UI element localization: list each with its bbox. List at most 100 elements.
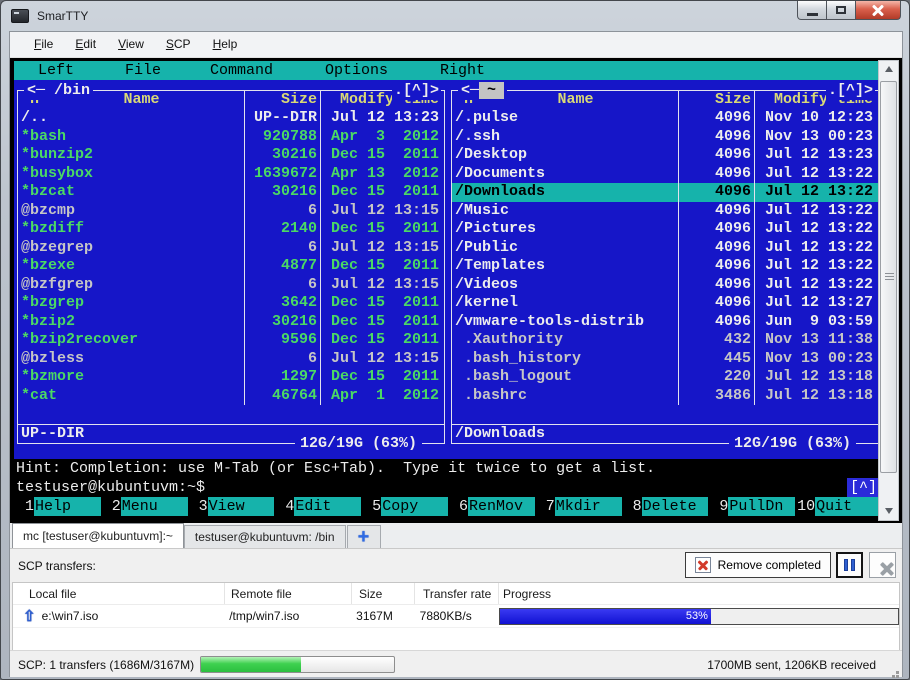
- file-name: *bzexe: [18, 257, 244, 276]
- close-icon: [872, 4, 884, 16]
- file-row[interactable]: @bzcmp6Jul 12 13:15: [18, 202, 444, 221]
- mc-menu-left[interactable]: Left: [38, 61, 74, 80]
- file-row[interactable]: *busybox1639672Apr 13 2012: [18, 165, 444, 184]
- terminal-scrollbar[interactable]: [878, 60, 899, 521]
- menu-help[interactable]: Help: [204, 34, 247, 54]
- file-row[interactable]: /.ssh4096Nov 13 00:23: [452, 128, 878, 147]
- file-row[interactable]: /..UP--DIRJul 12 13:23: [18, 109, 444, 128]
- mc-menu-right[interactable]: Right: [440, 61, 485, 80]
- fkey-view[interactable]: 3View: [188, 497, 275, 516]
- fkey-renmov[interactable]: 6RenMov: [448, 497, 535, 516]
- new-tab-button[interactable]: +: [347, 525, 381, 548]
- file-row[interactable]: /Pictures4096Jul 12 13:22: [452, 220, 878, 239]
- file-size: 3642: [244, 294, 320, 313]
- file-row[interactable]: *bzip2recover9596Dec 15 2011: [18, 331, 444, 350]
- column-size[interactable]: Size: [678, 91, 754, 110]
- file-row[interactable]: *bunzip230216Dec 15 2011: [18, 146, 444, 165]
- file-mtime: Jul 12 13:22: [754, 183, 878, 202]
- fkey-help[interactable]: 1Help: [14, 497, 101, 516]
- header-local-file[interactable]: Local file: [13, 583, 225, 604]
- file-name: /.pulse: [452, 109, 678, 128]
- remove-completed-button[interactable]: Remove completed: [685, 552, 831, 578]
- pause-transfers-button[interactable]: [836, 552, 863, 578]
- file-row[interactable]: *bzcat30216Dec 15 2011: [18, 183, 444, 202]
- file-row[interactable]: /Public4096Jul 12 13:22: [452, 239, 878, 258]
- file-row[interactable]: *bzgrep3642Dec 15 2011: [18, 294, 444, 313]
- file-row[interactable]: /Desktop4096Jul 12 13:23: [452, 146, 878, 165]
- file-name: /..: [18, 109, 244, 128]
- header-progress[interactable]: Progress: [499, 583, 899, 604]
- fkey-mkdir[interactable]: 7Mkdir: [535, 497, 622, 516]
- close-button[interactable]: [856, 1, 901, 20]
- file-size: 1297: [244, 368, 320, 387]
- mc-menu-options[interactable]: Options: [325, 61, 388, 80]
- minimize-button[interactable]: [797, 1, 827, 20]
- menu-scp[interactable]: SCP: [157, 34, 200, 54]
- panel-right-corner-controls[interactable]: .[^]>: [826, 81, 875, 100]
- menu-file[interactable]: File: [25, 34, 62, 54]
- file-row[interactable]: @bzegrep6Jul 12 13:15: [18, 239, 444, 258]
- panel-right-header[interactable]: 'nName Size Modify time: [452, 91, 878, 110]
- tab-bin-session[interactable]: testuser@kubuntuvm: /bin: [184, 525, 346, 548]
- transfer-row[interactable]: ⇧ e:\win7.iso /tmp/win7.iso 3167M 7880KB…: [13, 605, 899, 628]
- file-mtime: Dec 15 2011: [320, 294, 444, 313]
- status-bytes-info: 1700MB sent, 1206KB received: [707, 658, 876, 672]
- menu-edit[interactable]: Edit: [66, 34, 105, 54]
- file-row[interactable]: *cat46764Apr 1 2012: [18, 387, 444, 406]
- file-row[interactable]: /Templates4096Jul 12 13:22: [452, 257, 878, 276]
- file-row[interactable]: /Documents4096Jul 12 13:22: [452, 165, 878, 184]
- file-row[interactable]: /vmware-tools-distrib4096Jun 9 03:59: [452, 313, 878, 332]
- file-row[interactable]: *bzmore1297Dec 15 2011: [18, 368, 444, 387]
- header-remote-file[interactable]: Remote file: [225, 583, 352, 604]
- fkey-pulldn[interactable]: 9PullDn: [708, 497, 795, 516]
- tab-mc-session[interactable]: mc [testuser@kubuntuvm]:~: [12, 523, 184, 548]
- panel-left-path[interactable]: <─ /bin: [24, 81, 93, 100]
- file-row[interactable]: *bash920788Apr 3 2012: [18, 128, 444, 147]
- file-row[interactable]: .bashrc3486Jul 12 13:18: [452, 387, 878, 406]
- file-row[interactable]: *bzexe4877Dec 15 2011: [18, 257, 444, 276]
- transfer-progress-fill: 53%: [500, 609, 711, 624]
- mc-menu-command[interactable]: Command: [210, 61, 273, 80]
- file-row[interactable]: @bzfgrep6Jul 12 13:15: [18, 276, 444, 295]
- menu-view[interactable]: View: [109, 34, 153, 54]
- fkey-number: 2: [101, 497, 121, 516]
- file-row[interactable]: *bzip230216Dec 15 2011: [18, 313, 444, 332]
- shell-prompt[interactable]: testuser@kubuntuvm:~$: [16, 478, 205, 497]
- file-row[interactable]: .bash_logout220Jul 12 13:18: [452, 368, 878, 387]
- file-row[interactable]: @bzless6Jul 12 13:15: [18, 350, 444, 369]
- file-row[interactable]: /Downloads4096Jul 12 13:22: [452, 183, 878, 202]
- scroll-down-arrow[interactable]: [879, 503, 898, 520]
- terminal-view[interactable]: Left File Command Options Right <─ /bin .[^]…: [10, 58, 902, 523]
- app-window: SmarTTY FileEditViewSCPHelp LeftFileComm…: [0, 0, 910, 680]
- file-row[interactable]: /.pulse4096Nov 10 12:23: [452, 109, 878, 128]
- mc-menu-file[interactable]: File: [125, 61, 161, 80]
- history-arrow-icon[interactable]: <─: [27, 82, 54, 99]
- column-size[interactable]: Size: [244, 91, 320, 110]
- fkey-copy[interactable]: 5Copy: [361, 497, 448, 516]
- panel-left-corner-controls[interactable]: .[^]>: [392, 81, 441, 100]
- file-row[interactable]: /kernel4096Jul 12 13:27: [452, 294, 878, 313]
- panel-right-path[interactable]: <─~: [458, 81, 507, 100]
- header-transfer-rate[interactable]: Transfer rate: [415, 583, 499, 604]
- shell-prompt-line[interactable]: testuser@kubuntuvm:~$ [^]: [14, 478, 882, 497]
- transfer-rate: 7880KB/s: [412, 609, 495, 623]
- fkey-delete[interactable]: 8Delete: [622, 497, 709, 516]
- scroll-up-arrow[interactable]: [879, 61, 898, 78]
- fkey-edit[interactable]: 4Edit: [274, 497, 361, 516]
- fkey-number: 10: [795, 497, 815, 516]
- fkey-menu[interactable]: 2Menu: [101, 497, 188, 516]
- header-size[interactable]: Size: [352, 583, 415, 604]
- close-transfers-button[interactable]: [869, 552, 896, 578]
- file-row[interactable]: /Videos4096Jul 12 13:22: [452, 276, 878, 295]
- file-row[interactable]: *bzdiff2140Dec 15 2011: [18, 220, 444, 239]
- scrollbar-thumb[interactable]: [880, 81, 897, 473]
- fkey-label: View: [208, 497, 275, 516]
- file-row[interactable]: /Music4096Jul 12 13:22: [452, 202, 878, 221]
- resize-grip[interactable]: [896, 671, 899, 674]
- file-row[interactable]: .bash_history445Nov 13 00:23: [452, 350, 878, 369]
- maximize-button[interactable]: [827, 1, 856, 20]
- fkey-quit[interactable]: 10Quit: [795, 497, 882, 516]
- history-arrow-icon[interactable]: <─: [461, 82, 479, 99]
- title-bar[interactable]: SmarTTY: [1, 1, 909, 31]
- file-row[interactable]: .Xauthority432Nov 13 11:38: [452, 331, 878, 350]
